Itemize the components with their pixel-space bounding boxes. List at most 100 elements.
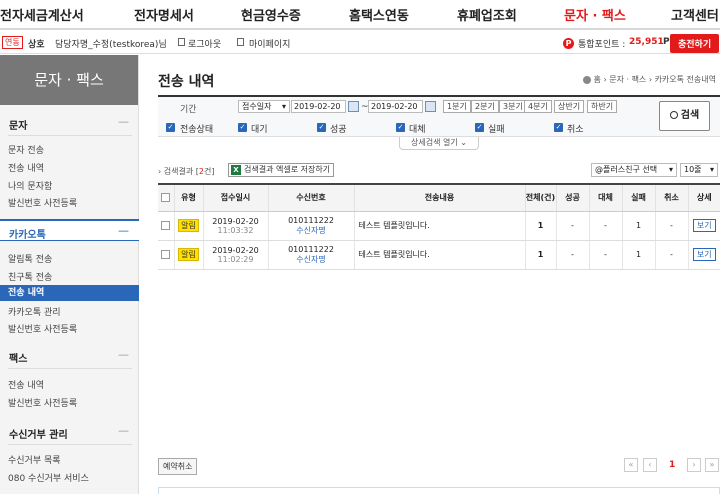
sidebar-item-friendtalk-send[interactable]: 친구톡 전송 <box>8 270 52 283</box>
detail-search-toggle[interactable]: 상세검색 열기 ⌄ <box>399 137 479 150</box>
view-detail-button[interactable]: 보기 <box>692 248 716 261</box>
result-count: › 검색결과 [2건] <box>158 166 214 177</box>
chevron-down-icon: ▾ <box>281 102 286 111</box>
cancel-reservation-button[interactable]: 예약취소 <box>158 458 198 475</box>
sidebar: 문자 · 팩스 문자 — 문자 전송 전송 내역 나의 문자함 발신번호 사전등… <box>0 55 139 494</box>
row-checkbox[interactable] <box>161 250 171 259</box>
first-half-button[interactable]: 상반기 <box>554 100 585 113</box>
row-alt: - <box>588 211 622 241</box>
row-receiver[interactable]: 수신자명 <box>269 254 354 265</box>
collapse-icon[interactable]: — <box>118 224 129 237</box>
result-prefix: 검색결과 [ <box>163 167 199 176</box>
date-type-select[interactable]: 접수일자 ▾ <box>238 100 290 113</box>
logout-link[interactable]: 로그아웃 <box>188 37 221 50</box>
sidebar-title: 문자 · 팩스 <box>0 55 138 105</box>
row-cancel: - <box>654 240 688 270</box>
search-button[interactable]: 검색 <box>659 101 710 131</box>
home-icon[interactable] <box>582 75 591 84</box>
row-receiver[interactable]: 수신자명 <box>269 225 354 236</box>
calendar-icon[interactable] <box>348 101 359 112</box>
type-badge: 알림 <box>178 219 199 232</box>
sidebar-item-fax-sender[interactable]: 발신번호 사전등록 <box>8 396 77 409</box>
sidebar-item-kakao-sender[interactable]: 발신번호 사전등록 <box>8 322 77 335</box>
q2-button[interactable]: 2분기 <box>471 100 499 113</box>
second-half-button[interactable]: 하반기 <box>587 100 618 113</box>
sidebar-item-fax-history[interactable]: 전송 내역 <box>8 378 44 391</box>
q1-button[interactable]: 1분기 <box>443 100 471 113</box>
sidebar-item-reject-list[interactable]: 수신거부 목록 <box>8 453 61 466</box>
row-number: 010111222 <box>288 215 334 225</box>
sidebar-section-reject[interactable]: 수신거부 관리 — <box>0 421 139 443</box>
sidebar-item-sms-sender[interactable]: 발신번호 사전등록 <box>8 196 77 209</box>
status-fail-label: 실패 <box>488 125 505 135</box>
status-fail-checkbox[interactable]: ✓ <box>475 123 484 132</box>
status-success-checkbox[interactable]: ✓ <box>317 123 326 132</box>
sidebar-section-fax[interactable]: 팩스 — <box>0 345 139 367</box>
nav-cash-receipt[interactable]: 현금영수증 <box>241 5 301 24</box>
breadcrumb: 홈 › 문자 · 팩스 › 카카오톡 전송내역 <box>582 74 716 85</box>
nav-statement[interactable]: 전자명세서 <box>134 5 194 24</box>
period-label: 기간 <box>180 105 197 115</box>
nav-hometax[interactable]: 홈택스연동 <box>349 5 409 24</box>
sidebar-item-080-service[interactable]: 080 수신거부 서비스 <box>8 471 89 484</box>
divider <box>8 135 132 136</box>
linked-badge: 연동 <box>2 36 23 49</box>
status-all-checkbox[interactable]: ✓ <box>166 123 175 132</box>
row-success: - <box>555 240 589 270</box>
col-number: 수신번호 <box>267 183 354 212</box>
collapse-icon[interactable]: — <box>118 348 129 361</box>
first-page-button[interactable]: « <box>624 458 638 472</box>
point-label: 통합포인트 : <box>578 40 626 50</box>
section-title: 수신거부 관리 <box>9 430 68 441</box>
calendar-icon[interactable] <box>425 101 436 112</box>
charge-button[interactable]: 충전하기 <box>670 34 720 53</box>
row-fail: 1 <box>621 240 655 270</box>
excel-icon: X <box>231 165 241 175</box>
sidebar-item-sms-history[interactable]: 전송 내역 <box>8 161 44 174</box>
chevron-down-icon: ▾ <box>709 165 714 174</box>
collapse-icon[interactable]: — <box>118 424 129 437</box>
nav-support[interactable]: 고객센터 <box>671 5 719 24</box>
status-alt-checkbox[interactable]: ✓ <box>396 123 405 132</box>
sidebar-item-sms-box[interactable]: 나의 문자함 <box>8 179 52 192</box>
sidebar-section-kakao[interactable]: 카카오톡 — <box>0 219 139 241</box>
plus-friend-select[interactable]: @플러스친구 선택 ▾ <box>591 163 677 177</box>
sidebar-item-alimtalk-send[interactable]: 알림톡 전송 <box>8 252 52 265</box>
type-badge: 알림 <box>178 248 199 261</box>
excel-export-button[interactable]: X 검색결과 엑셀로 저장하기 <box>228 163 335 177</box>
select-all-checkbox[interactable] <box>161 193 171 203</box>
section-title: 팩스 <box>9 354 28 365</box>
sidebar-item-kakao-history[interactable]: 전송 내역 <box>0 285 139 301</box>
sidebar-item-kakao-manage[interactable]: 카카오톡 관리 <box>8 305 61 318</box>
row-total: 1 <box>524 211 556 241</box>
prev-page-button[interactable]: ‹ <box>643 458 657 472</box>
sidebar-section-sms[interactable]: 문자 — <box>0 112 139 134</box>
select-all-cell[interactable] <box>158 183 174 212</box>
status-cancel-checkbox[interactable]: ✓ <box>554 123 563 132</box>
chevron-down-icon: ▾ <box>668 165 673 174</box>
table-header-row: 유형 접수일시 수신번호 전송내용 전체(건) 성공 대체 실패 취소 상세 <box>158 183 720 212</box>
status-wait-checkbox[interactable]: ✓ <box>238 123 247 132</box>
top-nav: 전자세금계산서 전자명세서 현금영수증 홈택스연동 휴폐업조회 문자 · 팩스 … <box>0 0 720 30</box>
collapse-icon[interactable]: — <box>118 115 129 128</box>
nav-sms-fax[interactable]: 문자 · 팩스 <box>564 5 626 24</box>
current-page[interactable]: 1 <box>669 460 675 470</box>
chevron-right-icon: › <box>158 167 162 176</box>
next-page-button[interactable]: › <box>687 458 701 472</box>
last-page-button[interactable]: » <box>705 458 719 472</box>
date-from-input[interactable]: 2019-02-20 <box>291 100 346 113</box>
q4-button[interactable]: 4분기 <box>524 100 552 113</box>
q3-button[interactable]: 3분기 <box>499 100 527 113</box>
divider <box>8 444 132 445</box>
mypage-link[interactable]: 마이페이지 <box>249 37 290 50</box>
date-to-input[interactable]: 2019-02-20 <box>368 100 423 113</box>
page-title: 전송 내역 <box>158 74 215 90</box>
page-size-select[interactable]: 10줄 ▾ <box>680 163 718 177</box>
nav-tax-invoice[interactable]: 전자세금계산서 <box>0 5 84 24</box>
chevron-down-icon: ⌄ <box>460 138 467 147</box>
point-unit: P <box>663 37 670 47</box>
nav-business-status[interactable]: 휴폐업조회 <box>457 5 517 24</box>
view-detail-button[interactable]: 보기 <box>692 219 716 232</box>
row-checkbox[interactable] <box>161 221 171 230</box>
sidebar-item-sms-send[interactable]: 문자 전송 <box>8 143 44 156</box>
